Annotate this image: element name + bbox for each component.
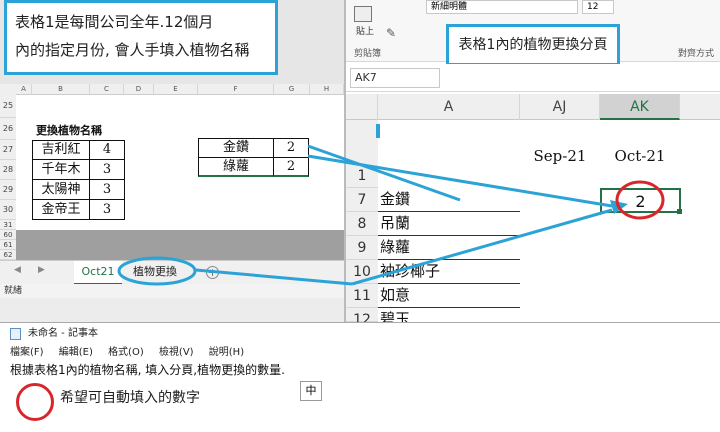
date-cell-aj[interactable]: Sep-21 xyxy=(520,120,600,188)
plant-qty-cell[interactable]: 4 xyxy=(89,140,125,160)
formula-bar: AK7 xyxy=(346,64,720,92)
col-header[interactable]: H xyxy=(310,84,344,94)
row-header[interactable]: 61 xyxy=(0,240,16,250)
col-header[interactable]: C xyxy=(90,84,124,94)
row-header[interactable]: 28 xyxy=(0,160,16,180)
row-header[interactable]: 11 xyxy=(346,284,378,308)
plant-name-cell[interactable]: 吊蘭 xyxy=(378,212,520,236)
plant-qty-cell[interactable]: 3 xyxy=(89,199,125,220)
notepad-icon xyxy=(10,328,21,340)
menu-help[interactable]: 說明(H) xyxy=(209,347,244,358)
plant-name-cell[interactable]: 如意 xyxy=(378,284,520,308)
plant-name-cell[interactable]: 吉利紅 xyxy=(32,140,90,160)
row-header[interactable]: 30 xyxy=(0,200,16,220)
tab-oct21[interactable]: Oct21 xyxy=(74,261,122,285)
right-annotation-note: 表格1內的植物更換分頁 xyxy=(446,24,620,66)
row-header[interactable]: 8 xyxy=(346,212,378,236)
note-line-1: 表格1是每間公司全年.12個月 xyxy=(15,13,214,31)
row-header[interactable]: 26 xyxy=(0,118,16,140)
menu-view[interactable]: 檢視(V) xyxy=(159,347,194,358)
left-sheet-grid[interactable]: A B C D E F G H 25 26 27 28 29 30 31 更換植… xyxy=(0,84,344,230)
row-header[interactable]: 12 xyxy=(346,308,378,322)
menu-format[interactable]: 格式(O) xyxy=(108,347,144,358)
select-all-corner[interactable] xyxy=(346,94,378,120)
col-header[interactable]: F xyxy=(198,84,274,94)
alignment-group-label: 對齊方式 xyxy=(678,49,715,59)
tab-scroll-right-icon[interactable]: ▶ xyxy=(38,265,45,275)
row-header[interactable]: 1 xyxy=(346,120,378,188)
format-painter-icon[interactable]: ✎ xyxy=(386,26,396,40)
paste-icon[interactable] xyxy=(354,6,372,22)
plant-qty-cell[interactable]: 2 xyxy=(273,157,309,177)
plant-name-cell[interactable]: 金鑽 xyxy=(198,138,274,158)
tab-plant-change[interactable]: 植物更換 xyxy=(126,261,184,283)
sheet-tab-bar: ◀ ▶ Oct21 植物更換 + xyxy=(0,260,344,285)
menu-edit[interactable]: 編輯(E) xyxy=(59,347,93,358)
plant-name-cell[interactable]: 金鑽 xyxy=(378,188,520,212)
plant-name-cell[interactable]: 太陽神 xyxy=(32,179,90,200)
row-header[interactable]: 10 xyxy=(346,260,378,284)
row-header[interactable]: 25 xyxy=(0,94,16,118)
font-size-select[interactable]: 12 xyxy=(582,0,614,14)
plant-name-cell[interactable]: 碧玉 xyxy=(378,308,520,322)
col-header[interactable]: E xyxy=(154,84,198,94)
col-header[interactable]: B xyxy=(32,84,90,94)
col-header[interactable]: G xyxy=(274,84,310,94)
notepad-window: 未命名 - 記事本 檔案(F) 編輯(E) 格式(O) 檢視(V) 說明(H) … xyxy=(0,322,720,432)
legend-red-circle xyxy=(16,383,54,421)
fill-handle[interactable] xyxy=(677,209,682,214)
add-sheet-icon[interactable]: + xyxy=(206,266,219,279)
row-header[interactable]: 62 xyxy=(0,250,16,260)
plant-qty-cell[interactable]: 2 xyxy=(273,138,309,158)
notepad-title: 未命名 - 記事本 xyxy=(0,323,720,345)
plant-qty-cell[interactable]: 3 xyxy=(89,179,125,200)
cursor-mark xyxy=(376,124,380,138)
row-header[interactable]: 31 xyxy=(0,220,16,230)
row-header[interactable]: 7 xyxy=(346,188,378,212)
col-header-aj[interactable]: AJ xyxy=(520,94,600,120)
status-bar: 就緒 xyxy=(0,284,344,298)
left-excel-window: 表格1是每間公司全年.12個月 內的指定月份, 會人手填入植物名稱 A B C … xyxy=(0,0,344,322)
col-header[interactable]: A xyxy=(16,84,32,94)
plant-name-cell[interactable]: 金帝王 xyxy=(32,199,90,220)
font-size-value: 12 xyxy=(587,2,599,12)
left-annotation-note: 表格1是每間公司全年.12個月 內的指定月份, 會人手填入植物名稱 xyxy=(4,0,278,75)
clipboard-group-label: 剪貼簿 xyxy=(354,49,382,59)
note-line-2: 內的指定月份, 會人手填入植物名稱 xyxy=(15,41,250,59)
plant-name-cell[interactable]: 千年木 xyxy=(32,159,90,180)
table-title: 更換植物名稱 xyxy=(36,124,102,137)
plant-name-cell[interactable]: 袖珍椰子 xyxy=(378,260,520,284)
plant-name-cell[interactable]: 綠蘿 xyxy=(198,157,274,177)
plant-name-cell[interactable]: 綠蘿 xyxy=(378,236,520,260)
notepad-title-text: 未命名 - 記事本 xyxy=(28,328,98,339)
tab-scroll-left-icon[interactable]: ◀ xyxy=(14,265,21,275)
notepad-menu: 檔案(F) 編輯(E) 格式(O) 檢視(V) 說明(H) xyxy=(0,345,720,361)
font-name-select[interactable]: 新細明體 xyxy=(426,0,578,14)
notepad-text[interactable]: 根據表格1內的植物名稱, 填入分頁,植物更換的數量. xyxy=(10,361,285,378)
selected-cell-ak7[interactable]: 2 xyxy=(600,188,681,213)
date-cell-ak[interactable]: Oct-21 xyxy=(600,120,680,188)
name-box[interactable]: AK7 xyxy=(350,68,440,88)
paste-label[interactable]: 貼上 xyxy=(356,24,374,37)
col-header-ak[interactable]: AK xyxy=(600,94,680,120)
right-excel-window: 貼上 ✎ 新細明體 12 剪貼簿 對齊方式 表格1內的植物更換分頁 AK7 A … xyxy=(344,0,720,322)
row-header[interactable]: 9 xyxy=(346,236,378,260)
plant-qty-cell[interactable]: 3 xyxy=(89,159,125,180)
left-window-bottom xyxy=(0,298,344,322)
menu-file[interactable]: 檔案(F) xyxy=(10,347,44,358)
font-name-value: 新細明體 xyxy=(431,2,468,12)
right-column-headers: A AJ AK xyxy=(346,94,720,120)
sheet-gray-area: 60 61 62 xyxy=(0,230,344,260)
col-header-a[interactable]: A xyxy=(378,94,520,120)
row-header[interactable]: 27 xyxy=(0,140,16,160)
legend-text: 希望可自動填入的數字 xyxy=(60,390,200,406)
left-column-headers: A B C D E F G H xyxy=(0,84,344,95)
row-header[interactable]: 60 xyxy=(0,230,16,240)
col-header[interactable]: D xyxy=(124,84,154,94)
row-header[interactable]: 29 xyxy=(0,180,16,200)
ime-indicator[interactable]: 中 xyxy=(300,381,322,401)
